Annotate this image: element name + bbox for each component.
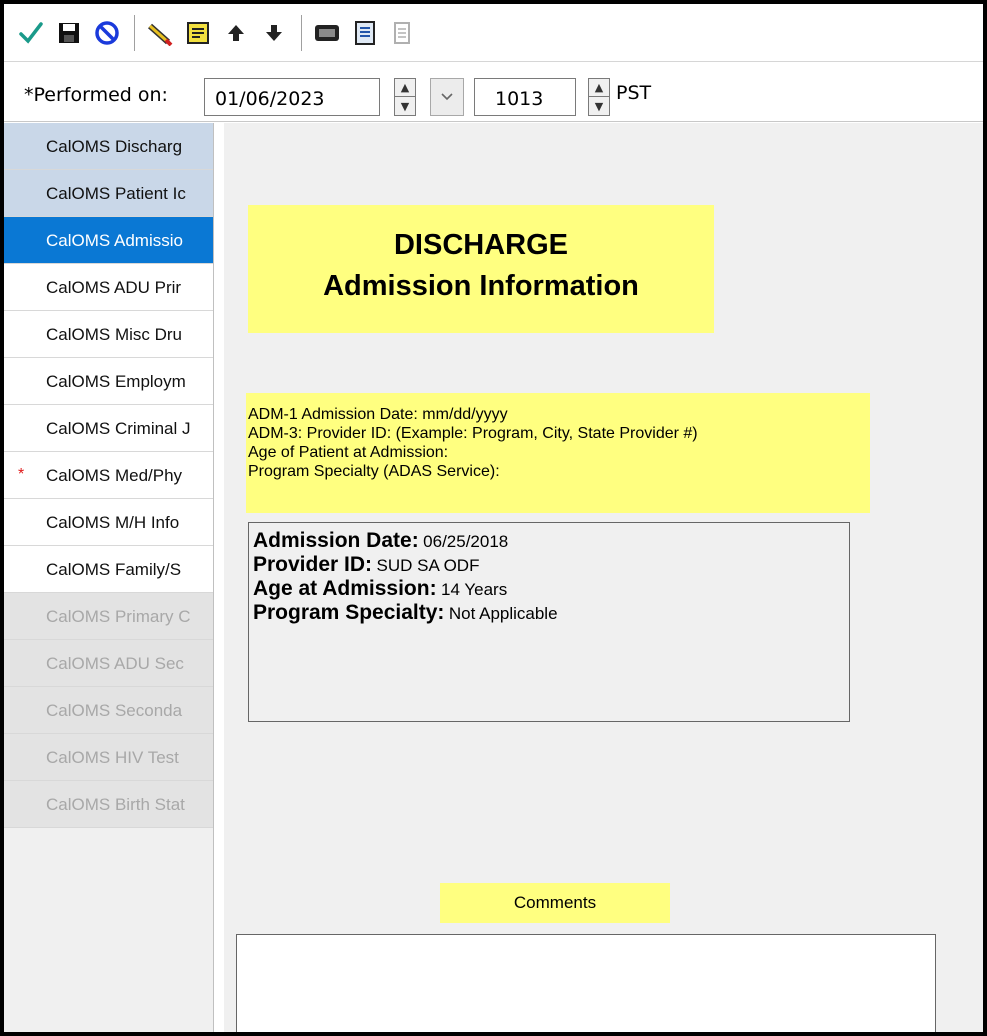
performed-on-label: *Performed on: <box>24 84 168 106</box>
performed-date-field[interactable]: 01/06/2023 <box>204 78 380 116</box>
nav-item-label: CalOMS M/H Info <box>46 513 180 532</box>
nav-item[interactable]: CalOMS Criminal J <box>4 405 213 452</box>
cancel-icon[interactable] <box>90 14 124 52</box>
nav-item[interactable]: CalOMS M/H Info <box>4 499 213 546</box>
nav-item[interactable]: CalOMS Employm <box>4 358 213 405</box>
program-specialty-row: Program Specialty: Not Applicable <box>253 601 849 625</box>
calculator-icon[interactable] <box>310 14 344 52</box>
form-header: DISCHARGE Admission Information <box>248 205 714 333</box>
nav-item-label: CalOMS Criminal J <box>46 419 191 438</box>
provider-id-label: Provider ID: <box>253 553 373 576</box>
nav-item-label: CalOMS ADU Sec <box>46 654 184 673</box>
nav-item-label: CalOMS Primary C <box>46 607 191 626</box>
nav-item: CalOMS Primary C <box>4 593 213 640</box>
nav-item[interactable]: CalOMS Misc Dru <box>4 311 213 358</box>
age-at-admission-row: Age at Admission: 14 Years <box>253 577 849 601</box>
arrow-up-icon[interactable] <box>219 14 253 52</box>
nav-item-label: CalOMS Admissio <box>46 231 183 250</box>
spin-down-icon[interactable]: ▼ <box>589 97 609 115</box>
nav-item[interactable]: CalOMS ADU Prir <box>4 264 213 311</box>
nav-item-label: CalOMS Seconda <box>46 701 183 720</box>
form-title-line1: DISCHARGE <box>393 229 568 261</box>
nav-item-label: CalOMS HIV Test <box>46 748 179 767</box>
nav-item[interactable]: CalOMS Admissio <box>4 217 213 264</box>
nav-item-label: CalOMS ADU Prir <box>46 278 182 297</box>
spin-up-icon[interactable]: ▲ <box>589 79 609 97</box>
nav-item[interactable]: CalOMS Family/S <box>4 546 213 593</box>
instruction-line: Program Specialty (ADAS Service): <box>248 463 500 480</box>
nav-item-label: CalOMS Misc Dru <box>46 325 183 344</box>
program-specialty-label: Program Specialty: <box>253 601 445 624</box>
nav-item-label: CalOMS Discharg <box>46 137 183 156</box>
date-dropdown-chevron-icon[interactable] <box>430 78 464 116</box>
instruction-line: ADM-3: Provider ID: (Example: Program, C… <box>248 425 698 442</box>
toolbar-separator <box>301 14 302 51</box>
admission-date-label: Admission Date: <box>253 529 419 552</box>
arrow-down-icon[interactable] <box>257 14 291 52</box>
admission-date-row: Admission Date: 06/25/2018 <box>253 529 849 553</box>
timezone-label: PST <box>616 82 652 104</box>
section-navigation: CalOMS Discharg CalOMS Patient Ic CalOMS A… <box>4 123 214 1032</box>
time-spinner[interactable]: ▲ ▼ <box>588 78 610 116</box>
toolbar-separator <box>134 14 135 51</box>
required-asterisk-icon: * <box>18 466 25 483</box>
nav-item-label: CalOMS Birth Stat <box>46 795 185 814</box>
nav-item-label: CalOMS Family/S <box>46 560 182 579</box>
nav-item-label: CalOMS Med/Phy <box>46 466 183 485</box>
form-icon[interactable] <box>348 14 382 52</box>
save-icon[interactable] <box>52 14 86 52</box>
nav-item-label: CalOMS Patient Ic <box>46 184 186 203</box>
toolbar <box>4 4 983 62</box>
comments-textarea[interactable] <box>236 934 936 1032</box>
form-content: DISCHARGE Admission Information ADM-1 Ad… <box>224 123 983 1032</box>
performed-time-field[interactable]: 1013 <box>474 78 576 116</box>
app-window: *Performed on: 01/06/2023 ▲ ▼ 1013 ▲ ▼ P… <box>0 0 987 1036</box>
nav-item: CalOMS HIV Test <box>4 734 213 781</box>
nav-item: CalOMS Birth Stat <box>4 781 213 828</box>
comments-label: Comments <box>440 883 670 923</box>
performed-on-row: *Performed on: 01/06/2023 ▲ ▼ 1013 ▲ ▼ P… <box>4 62 983 122</box>
date-spinner[interactable]: ▲ ▼ <box>394 78 416 116</box>
nav-item-label: CalOMS Employm <box>46 372 186 391</box>
age-at-admission-value: 14 Years <box>441 580 508 599</box>
admission-details-box: Admission Date: 06/25/2018 Provider ID: … <box>248 522 850 722</box>
admission-date-value: 06/25/2018 <box>423 532 509 551</box>
spin-down-icon[interactable]: ▼ <box>395 97 415 115</box>
pencil-icon[interactable] <box>143 14 177 52</box>
checkmark-icon[interactable] <box>14 14 48 52</box>
age-at-admission-label: Age at Admission: <box>253 577 437 600</box>
nav-item[interactable]: CalOMS Discharg <box>4 123 213 170</box>
nav-item: CalOMS ADU Sec <box>4 640 213 687</box>
nav-item: CalOMS Seconda <box>4 687 213 734</box>
document-icon[interactable] <box>386 14 420 52</box>
instructions-box: ADM-1 Admission Date: mm/dd/yyyy ADM-3: … <box>246 393 870 513</box>
form-title-line2: Admission Information <box>323 270 639 302</box>
spin-up-icon[interactable]: ▲ <box>395 79 415 97</box>
nav-item[interactable]: * CalOMS Med/Phy <box>4 452 213 499</box>
notes-icon[interactable] <box>181 14 215 52</box>
program-specialty-value: Not Applicable <box>448 604 558 623</box>
provider-id-row: Provider ID: SUD SA ODF <box>253 553 849 577</box>
provider-id-value: SUD SA ODF <box>376 556 480 575</box>
instruction-line: ADM-1 Admission Date: mm/dd/yyyy <box>248 406 508 423</box>
instruction-line: Age of Patient at Admission: <box>248 444 449 461</box>
nav-item[interactable]: CalOMS Patient Ic <box>4 170 213 217</box>
